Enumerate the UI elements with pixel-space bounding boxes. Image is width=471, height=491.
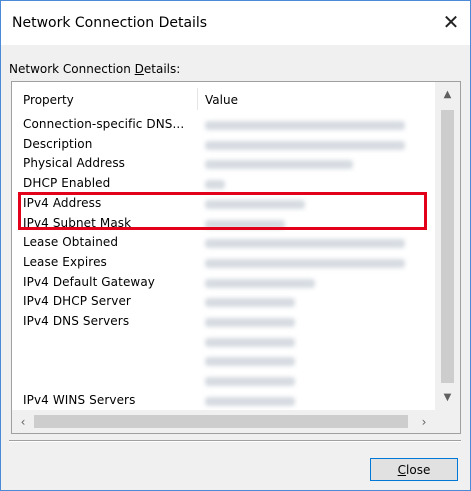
property-cell: Physical Address (23, 156, 126, 171)
close-button[interactable]: Close (370, 458, 458, 481)
horizontal-scrollbar[interactable]: ‹ › (12, 410, 435, 433)
scroll-down-icon[interactable]: ▼ (435, 385, 460, 410)
table-row[interactable] (12, 371, 435, 391)
label-accelerator: D (134, 62, 144, 76)
table-row[interactable]: IPv4 Default Gateway (12, 273, 435, 293)
value-cell-obscured (205, 199, 305, 209)
network-connection-details-dialog: Network Connection Details ✕ Network Con… (0, 0, 471, 491)
value-cell-obscured (205, 180, 225, 190)
column-header-value[interactable]: Value (205, 93, 238, 107)
value-cell-obscured (205, 357, 295, 367)
value-cell-obscured (205, 298, 295, 308)
close-accelerator: C (397, 462, 407, 477)
table-row[interactable]: IPv4 Subnet Mask (12, 214, 435, 234)
table-row[interactable]: Lease Expires (12, 253, 435, 273)
details-list-content[interactable]: Property Value Connection-specific DNS..… (12, 82, 435, 410)
property-cell: IPv4 Subnet Mask (23, 215, 132, 230)
vertical-scrollbar[interactable]: ▲ ▼ (435, 82, 460, 410)
value-cell-obscured (205, 396, 295, 406)
value-cell-obscured (205, 160, 353, 170)
value-cell-obscured (205, 318, 295, 327)
property-cell: IPv4 DHCP Server (23, 294, 131, 309)
details-group-label: Network Connection Details: (9, 62, 181, 76)
vertical-scroll-thumb[interactable] (441, 110, 454, 383)
property-cell: IPv4 DNS Servers (23, 314, 130, 328)
property-cell: Lease Obtained (23, 235, 119, 250)
property-cell: IPv4 Default Gateway (23, 274, 155, 289)
table-row[interactable]: Physical Address (12, 154, 435, 174)
table-row[interactable]: IPv4 WINS Servers (12, 391, 435, 410)
value-cell-obscured (205, 140, 405, 150)
scrollbar-corner (435, 410, 460, 433)
property-cell: Description (23, 136, 93, 151)
table-row[interactable] (12, 351, 435, 371)
separator-line (9, 440, 461, 441)
property-cell: IPv4 Address (23, 195, 102, 210)
value-cell-obscured (205, 239, 405, 249)
title-bar: Network Connection Details ✕ (1, 1, 470, 45)
value-cell-obscured (205, 258, 405, 268)
table-row[interactable]: Lease Obtained (12, 233, 435, 253)
column-header-divider[interactable] (197, 88, 198, 110)
property-cell: DHCP Enabled (23, 176, 111, 191)
property-cell: IPv4 WINS Servers (23, 392, 136, 407)
table-row[interactable]: IPv4 DHCP Server (12, 292, 435, 312)
value-cell-obscured (205, 337, 295, 347)
property-cell: Lease Expires (23, 254, 107, 269)
details-list-view[interactable]: Property Value Connection-specific DNS..… (11, 81, 461, 434)
scroll-left-icon[interactable]: ‹ (12, 410, 34, 433)
table-row[interactable] (12, 332, 435, 352)
table-row[interactable]: Connection-specific DNS... (12, 115, 435, 135)
close-label: lose (406, 462, 431, 477)
value-cell-obscured (205, 377, 295, 387)
table-row[interactable]: IPv4 Address (12, 194, 435, 214)
table-row[interactable]: IPv4 DNS Servers (12, 312, 435, 332)
property-cell: Connection-specific DNS... (23, 117, 185, 131)
window-title: Network Connection Details (12, 15, 208, 31)
value-cell-obscured (205, 278, 315, 288)
value-cell-obscured (205, 121, 405, 130)
horizontal-scroll-thumb[interactable] (34, 415, 408, 428)
dialog-client-area: Network Connection Details: Property Val… (1, 45, 470, 490)
close-icon[interactable]: ✕ (432, 7, 470, 37)
column-header-property[interactable]: Property (23, 93, 74, 107)
table-row[interactable]: Description (12, 135, 435, 155)
value-cell-obscured (205, 219, 285, 229)
table-row[interactable]: DHCP Enabled (12, 174, 435, 194)
scroll-up-icon[interactable]: ▲ (435, 82, 460, 107)
scroll-right-icon[interactable]: › (413, 410, 435, 433)
